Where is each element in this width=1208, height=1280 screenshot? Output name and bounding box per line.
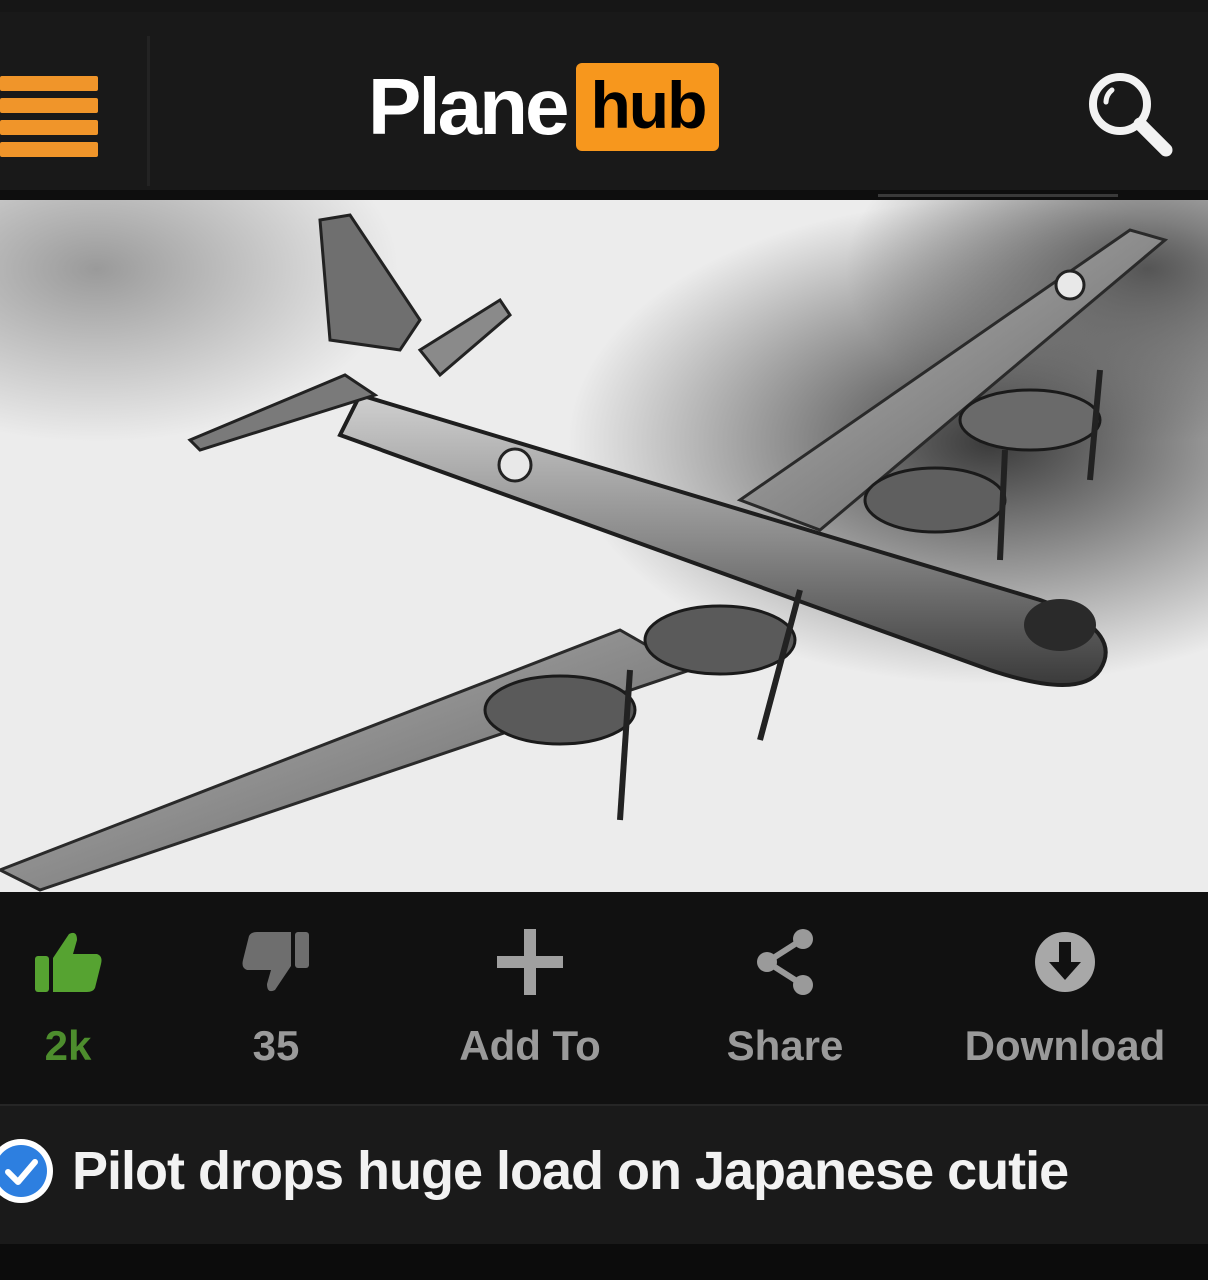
like-button[interactable]: 2k <box>18 922 118 1082</box>
share-icon <box>757 929 813 995</box>
logo-text-plane: Plane <box>368 62 569 151</box>
bottom-strip <box>0 1244 1208 1280</box>
add-to-button[interactable]: Add To <box>440 922 620 1082</box>
header-divider <box>878 194 1118 197</box>
top-strip <box>0 0 1208 12</box>
thumbs-up-icon <box>35 932 102 992</box>
app-header: Plane hub <box>0 12 1208 197</box>
thumbs-down-icon <box>242 932 309 992</box>
logo-text-hub: hub <box>576 63 720 151</box>
plus-icon <box>497 929 563 995</box>
download-icon <box>1035 932 1095 992</box>
like-count: 2k <box>44 1022 92 1069</box>
dislike-count: 35 <box>252 1022 300 1069</box>
video-title[interactable]: Pilot drops huge load on Japanese cutie <box>72 1140 1069 1202</box>
share-button[interactable]: Share <box>710 922 860 1082</box>
download-button[interactable]: Download <box>950 922 1180 1082</box>
video-title-bar: Pilot drops huge load on Japanese cutie <box>0 1104 1208 1244</box>
video-actions-bar: 2k 35 Add To Share Download <box>0 892 1208 1104</box>
download-label: Download <box>964 1022 1166 1069</box>
search-button[interactable] <box>1082 66 1178 162</box>
menu-button[interactable] <box>0 36 150 186</box>
b29-bomber-photo <box>0 200 1208 892</box>
site-logo[interactable]: Plane hub <box>368 52 720 162</box>
verified-check-icon <box>0 1139 53 1203</box>
add-to-label: Add To <box>459 1022 601 1069</box>
video-thumbnail[interactable] <box>0 200 1208 892</box>
share-label: Share <box>726 1022 844 1069</box>
dislike-button[interactable]: 35 <box>226 922 326 1082</box>
search-icon <box>1089 73 1173 157</box>
